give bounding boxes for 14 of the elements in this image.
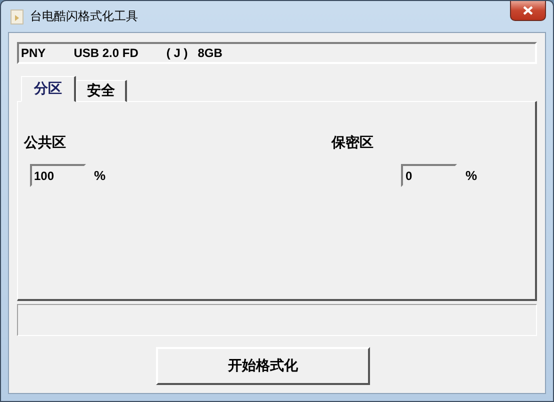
tab[interactable]: 安全 bbox=[76, 80, 127, 102]
percent-unit: % bbox=[465, 168, 477, 183]
window-title: 台电酷闪格式化工具 bbox=[30, 8, 138, 25]
percent-unit: % bbox=[94, 168, 106, 183]
format-button[interactable]: 开始格式化 bbox=[156, 347, 370, 385]
device-info-field: PNY USB 2.0 FD ( J ) 8GB bbox=[17, 42, 537, 64]
percent-field[interactable]: 0 bbox=[401, 164, 458, 187]
percent-field[interactable]: 100 bbox=[30, 164, 86, 187]
partition-label: 保密区 bbox=[331, 134, 374, 152]
app-icon bbox=[10, 8, 24, 24]
tab[interactable]: 分区 bbox=[21, 76, 76, 102]
close-icon bbox=[523, 6, 533, 15]
partition-label: 公共区 bbox=[24, 134, 67, 152]
close-button[interactable] bbox=[510, 1, 546, 21]
